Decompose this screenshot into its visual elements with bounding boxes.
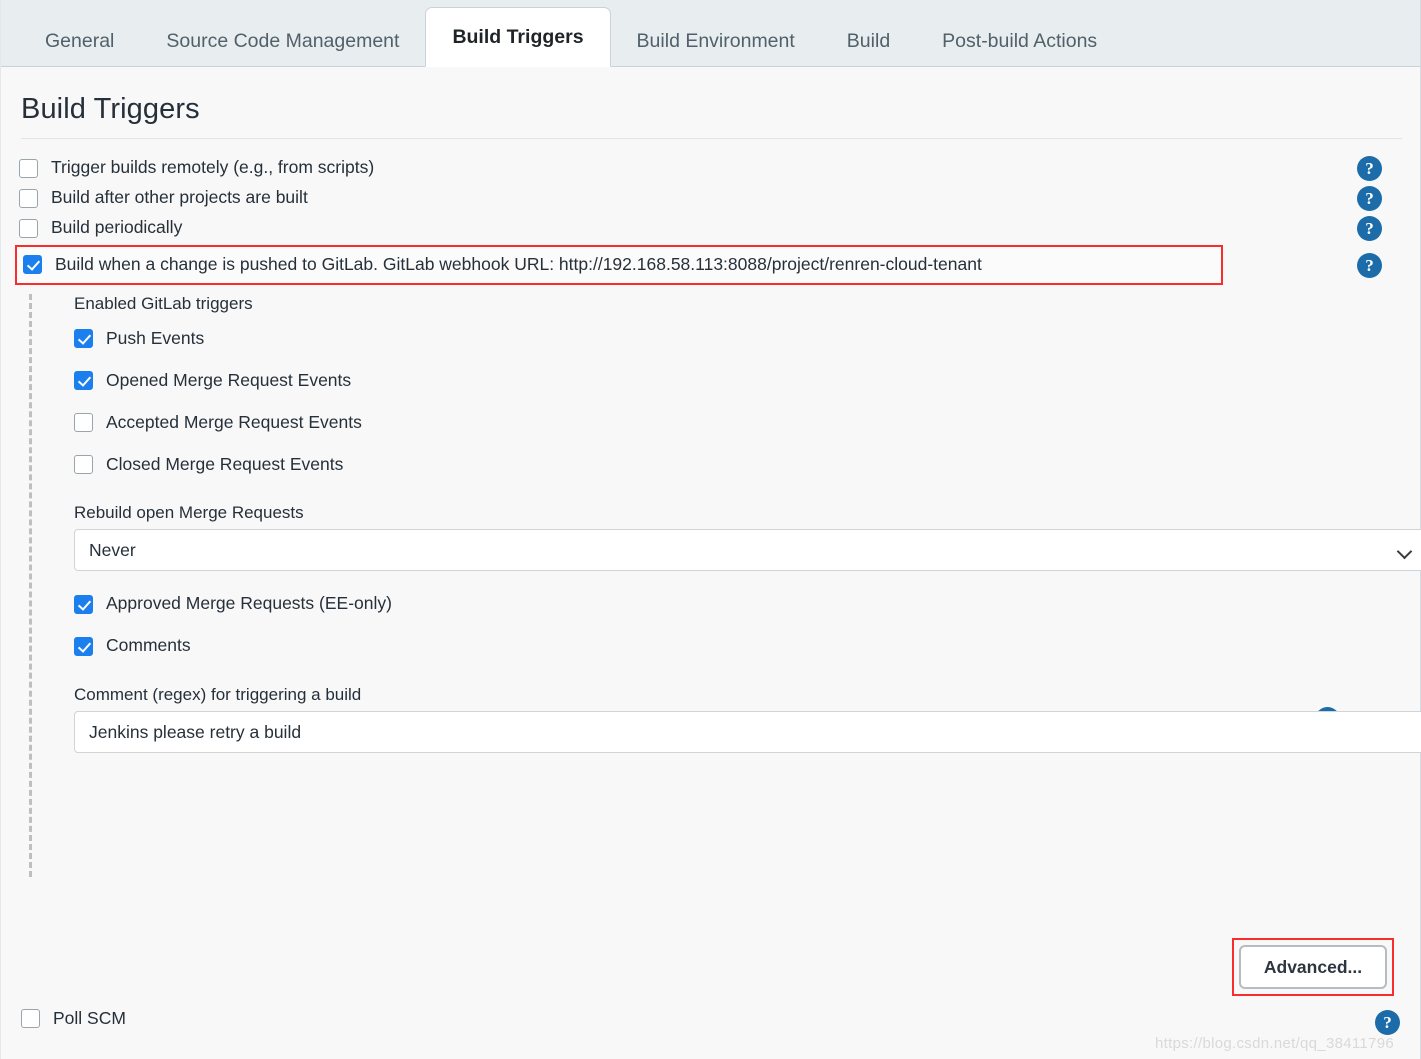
rebuild-open-merge-requests-label: Rebuild open Merge Requests xyxy=(74,503,1402,523)
build-periodically-label: Build periodically xyxy=(51,217,182,239)
gitlab-event-row-closed-mr[interactable]: Closed Merge Request Events xyxy=(74,444,1402,486)
comments-checkbox[interactable] xyxy=(74,637,93,656)
advanced-button-highlight: Advanced... xyxy=(1232,938,1394,996)
advanced-button[interactable]: Advanced... xyxy=(1239,945,1387,989)
trigger-row-periodically[interactable]: Build periodically ? xyxy=(19,213,1402,243)
accepted-merge-request-events-checkbox[interactable] xyxy=(74,413,93,432)
opened-merge-request-events-checkbox[interactable] xyxy=(74,371,93,390)
help-icon-build-periodically[interactable]: ? xyxy=(1357,216,1382,241)
closed-merge-request-events-label: Closed Merge Request Events xyxy=(106,454,343,476)
build-triggers-page: General Source Code Management Build Tri… xyxy=(0,0,1421,1059)
push-events-checkbox[interactable] xyxy=(74,329,93,348)
build-triggers-content: Build Triggers Trigger builds remotely (… xyxy=(1,93,1420,877)
comments-label: Comments xyxy=(106,635,191,657)
trigger-row-after-projects[interactable]: Build after other projects are built ? xyxy=(19,183,1402,213)
tab-build-triggers[interactable]: Build Triggers xyxy=(425,7,610,67)
help-icon-poll-scm[interactable]: ? xyxy=(1375,1010,1400,1035)
opened-merge-request-events-label: Opened Merge Request Events xyxy=(106,370,351,392)
page-title: Build Triggers xyxy=(21,93,1402,126)
tab-general[interactable]: General xyxy=(19,15,140,67)
comment-regex-label: Comment (regex) for triggering a build xyxy=(74,685,1402,705)
rebuild-open-merge-requests-field: Never xyxy=(74,529,1421,571)
gitlab-trigger-row-highlighted[interactable]: Build when a change is pushed to GitLab.… xyxy=(15,245,1223,285)
build-after-other-projects-label: Build after other projects are built xyxy=(51,187,308,209)
tab-build[interactable]: Build xyxy=(821,15,916,67)
trigger-builds-remotely-checkbox[interactable] xyxy=(19,159,38,178)
accepted-merge-request-events-label: Accepted Merge Request Events xyxy=(106,412,362,434)
comment-regex-field xyxy=(74,711,1421,753)
rebuild-open-merge-requests-select[interactable]: Never xyxy=(74,529,1421,571)
approved-merge-requests-checkbox[interactable] xyxy=(74,595,93,614)
gitlab-event-row-approved-mr[interactable]: Approved Merge Requests (EE-only) xyxy=(74,583,1402,625)
help-icon-gitlab-trigger[interactable]: ? xyxy=(1357,253,1382,278)
poll-scm-checkbox[interactable] xyxy=(21,1009,40,1028)
help-icon-build-after-projects[interactable]: ? xyxy=(1357,186,1382,211)
tab-post-build-actions[interactable]: Post-build Actions xyxy=(916,15,1123,67)
advanced-spacer xyxy=(74,765,1402,877)
closed-merge-request-events-checkbox[interactable] xyxy=(74,455,93,474)
enabled-gitlab-triggers-label: Enabled GitLab triggers xyxy=(74,294,1402,314)
gitlab-event-row-comments[interactable]: Comments xyxy=(74,625,1402,667)
help-icon-trigger-remotely[interactable]: ? xyxy=(1357,156,1382,181)
gitlab-trigger-checkbox[interactable] xyxy=(23,255,42,274)
build-periodically-checkbox[interactable] xyxy=(19,219,38,238)
trigger-row-remote[interactable]: Trigger builds remotely (e.g., from scri… xyxy=(19,153,1402,183)
watermark: https://blog.csdn.net/qq_38411796 xyxy=(1155,1035,1394,1052)
gitlab-event-row-push[interactable]: Push Events xyxy=(74,318,1402,360)
build-after-other-projects-checkbox[interactable] xyxy=(19,189,38,208)
gitlab-trigger-label: Build when a change is pushed to GitLab.… xyxy=(55,254,982,276)
push-events-label: Push Events xyxy=(106,328,204,350)
config-tab-bar: General Source Code Management Build Tri… xyxy=(1,0,1420,67)
gitlab-options-group: Enabled GitLab triggers Push Events Open… xyxy=(29,294,1402,877)
poll-scm-label: Poll SCM xyxy=(53,1008,126,1030)
gitlab-event-row-accepted-mr[interactable]: Accepted Merge Request Events xyxy=(74,402,1402,444)
tab-build-environment[interactable]: Build Environment xyxy=(611,15,821,67)
comment-regex-input[interactable] xyxy=(74,711,1421,753)
poll-scm-row[interactable]: Poll SCM xyxy=(21,1008,126,1030)
approved-merge-requests-label: Approved Merge Requests (EE-only) xyxy=(106,593,392,615)
gitlab-event-row-opened-mr[interactable]: Opened Merge Request Events xyxy=(74,360,1402,402)
trigger-builds-remotely-label: Trigger builds remotely (e.g., from scri… xyxy=(51,157,374,179)
tab-source-code-management[interactable]: Source Code Management xyxy=(140,15,425,67)
title-divider xyxy=(21,138,1402,139)
